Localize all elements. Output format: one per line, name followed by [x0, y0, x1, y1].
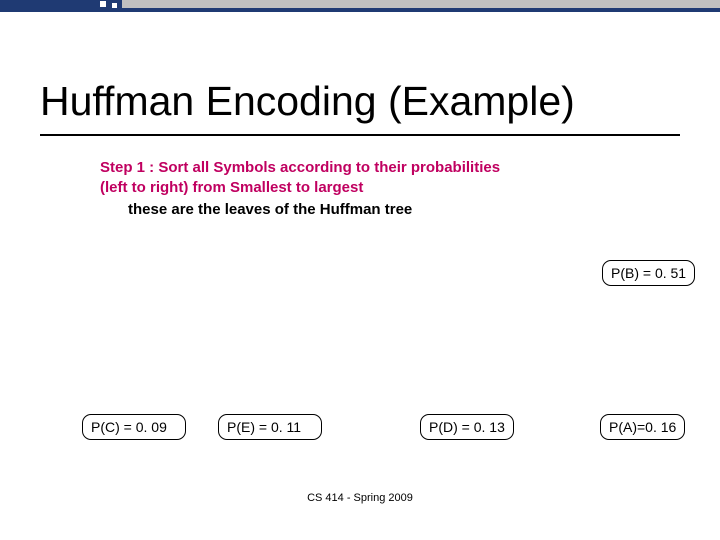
accent-square-icon — [100, 1, 106, 7]
leaf-node-d: P(D) = 0. 13 — [420, 414, 514, 440]
slide-top-accent — [0, 0, 720, 12]
leaf-node-c: P(C) = 0. 09 — [82, 414, 186, 440]
step-line-1: Step 1 : Sort all Symbols according to t… — [100, 159, 500, 176]
title-underline — [40, 134, 680, 136]
step-subtext: these are the leaves of the Huffman tree — [128, 200, 412, 220]
step-line-2: (left to right) from Smallest to largest — [100, 179, 363, 196]
accent-grey-bar — [122, 0, 720, 8]
accent-square-icon — [112, 3, 117, 8]
leaf-node-b: P(B) = 0. 51 — [602, 260, 695, 286]
leaf-node-e: P(E) = 0. 11 — [218, 414, 322, 440]
slide-footer: CS 414 - Spring 2009 — [0, 492, 720, 504]
step-description: Step 1 : Sort all Symbols according to t… — [100, 158, 500, 197]
slide-title: Huffman Encoding (Example) — [40, 78, 575, 125]
leaf-node-a: P(A)=0. 16 — [600, 414, 685, 440]
